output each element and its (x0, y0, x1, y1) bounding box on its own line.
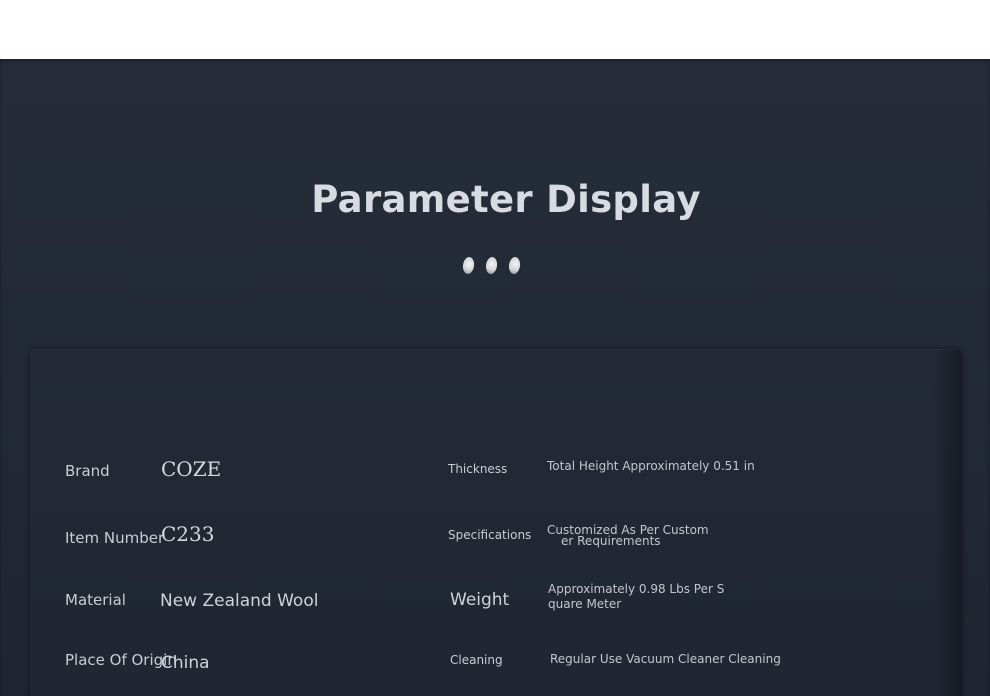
panel-edge-shadow (934, 349, 962, 696)
section-title: Parameter Display (311, 178, 701, 221)
thickness-value: Total Height Approximately 0.51 in (547, 459, 755, 473)
spec-panel: Brand COZE Item Number C233 Material New… (30, 349, 962, 696)
weight-value-line1: Approximately 0.98 Lbs Per S (548, 582, 725, 596)
item-number-label: Item Number (65, 529, 165, 547)
cleaning-value: Regular Use Vacuum Cleaner Cleaning (550, 652, 781, 666)
cleaning-label: Cleaning (450, 653, 503, 667)
dot-icon (507, 256, 522, 275)
thickness-label: Thickness (448, 462, 508, 476)
specifications-label: Specifications (448, 528, 532, 542)
dot-icon (484, 256, 499, 275)
material-value: New Zealand Wool (160, 591, 319, 611)
brand-label: Brand (65, 462, 110, 480)
item-number-value: C233 (161, 522, 215, 546)
weight-value-line2: quare Meter (548, 597, 622, 611)
top-white-strip (0, 0, 990, 59)
brand-value: COZE (161, 457, 222, 481)
specifications-value-line2: er Requirements (561, 534, 661, 548)
material-label: Material (65, 591, 126, 609)
dot-icon (461, 256, 476, 275)
weight-label: Weight (450, 590, 510, 610)
place-of-origin-value: China (161, 653, 210, 673)
decorative-dots (461, 256, 522, 275)
parameter-section: Parameter Display Brand COZE Item Number… (0, 59, 990, 696)
